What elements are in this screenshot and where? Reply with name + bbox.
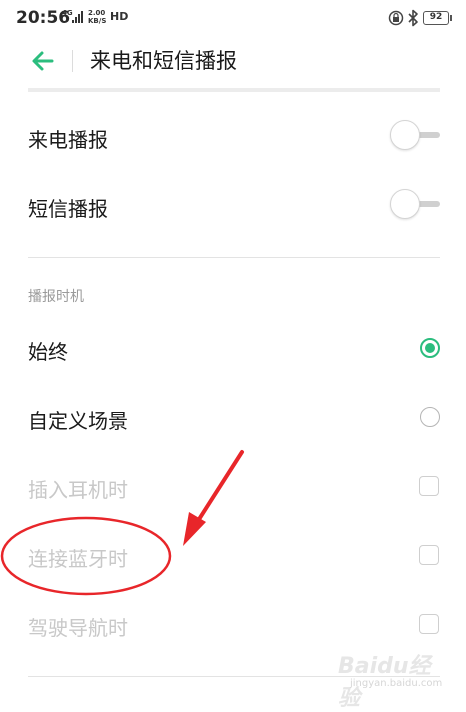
- bluetooth-icon: [408, 9, 418, 27]
- section-divider: [28, 257, 440, 258]
- scene-bluetooth-label: 连接蓝牙时: [28, 547, 128, 571]
- header-separator: [28, 88, 440, 92]
- radio-custom-label: 自定义场景: [28, 409, 128, 433]
- call-broadcast-label: 来电播报: [28, 128, 108, 152]
- app-header: 来电和短信播报: [0, 36, 466, 86]
- watermark-url: jingyan.baidu.com: [350, 678, 443, 689]
- scene-headphones-label: 插入耳机时: [28, 478, 128, 502]
- radio-custom[interactable]: [420, 407, 440, 427]
- radio-always-label: 始终: [28, 340, 68, 364]
- radio-always[interactable]: [420, 338, 440, 358]
- page-title: 来电和短信播报: [90, 49, 237, 73]
- watermark: Baidu经验 jingyan.baidu.com: [338, 648, 448, 711]
- call-broadcast-switch[interactable]: [390, 119, 442, 153]
- radio-custom-row[interactable]: 自定义场景: [0, 387, 466, 447]
- hd-label: HD: [110, 10, 129, 23]
- net-speed-value: 2.00: [88, 9, 106, 17]
- switch-knob: [390, 189, 420, 219]
- scene-navigation-row: 驾驶导航时: [0, 594, 466, 654]
- scene-bluetooth-row: 连接蓝牙时: [0, 525, 466, 585]
- radio-always-row[interactable]: 始终: [0, 318, 466, 378]
- scene-bluetooth-checkbox: [419, 545, 439, 565]
- net-speed-unit: KB/S: [88, 17, 107, 25]
- sms-broadcast-switch[interactable]: [390, 188, 442, 222]
- scene-navigation-checkbox: [419, 614, 439, 634]
- status-bar: 20:56 4G 2.00 KB/S HD 92: [0, 0, 466, 36]
- battery-indicator: 92: [423, 11, 452, 25]
- scene-navigation-label: 驾驶导航时: [28, 616, 128, 640]
- call-broadcast-row[interactable]: 来电播报: [0, 106, 466, 166]
- header-divider: [72, 50, 73, 72]
- scene-headphones-checkbox: [419, 476, 439, 496]
- switch-knob: [390, 120, 420, 150]
- sms-broadcast-label: 短信播报: [28, 197, 108, 221]
- scene-headphones-row: 插入耳机时: [0, 456, 466, 516]
- sms-broadcast-row[interactable]: 短信播报: [0, 175, 466, 235]
- section-header: 播报时机: [28, 289, 84, 305]
- signal-icon: [72, 11, 84, 23]
- lock-rotation-icon: [388, 10, 404, 26]
- arrow-left-icon[interactable]: [30, 48, 56, 74]
